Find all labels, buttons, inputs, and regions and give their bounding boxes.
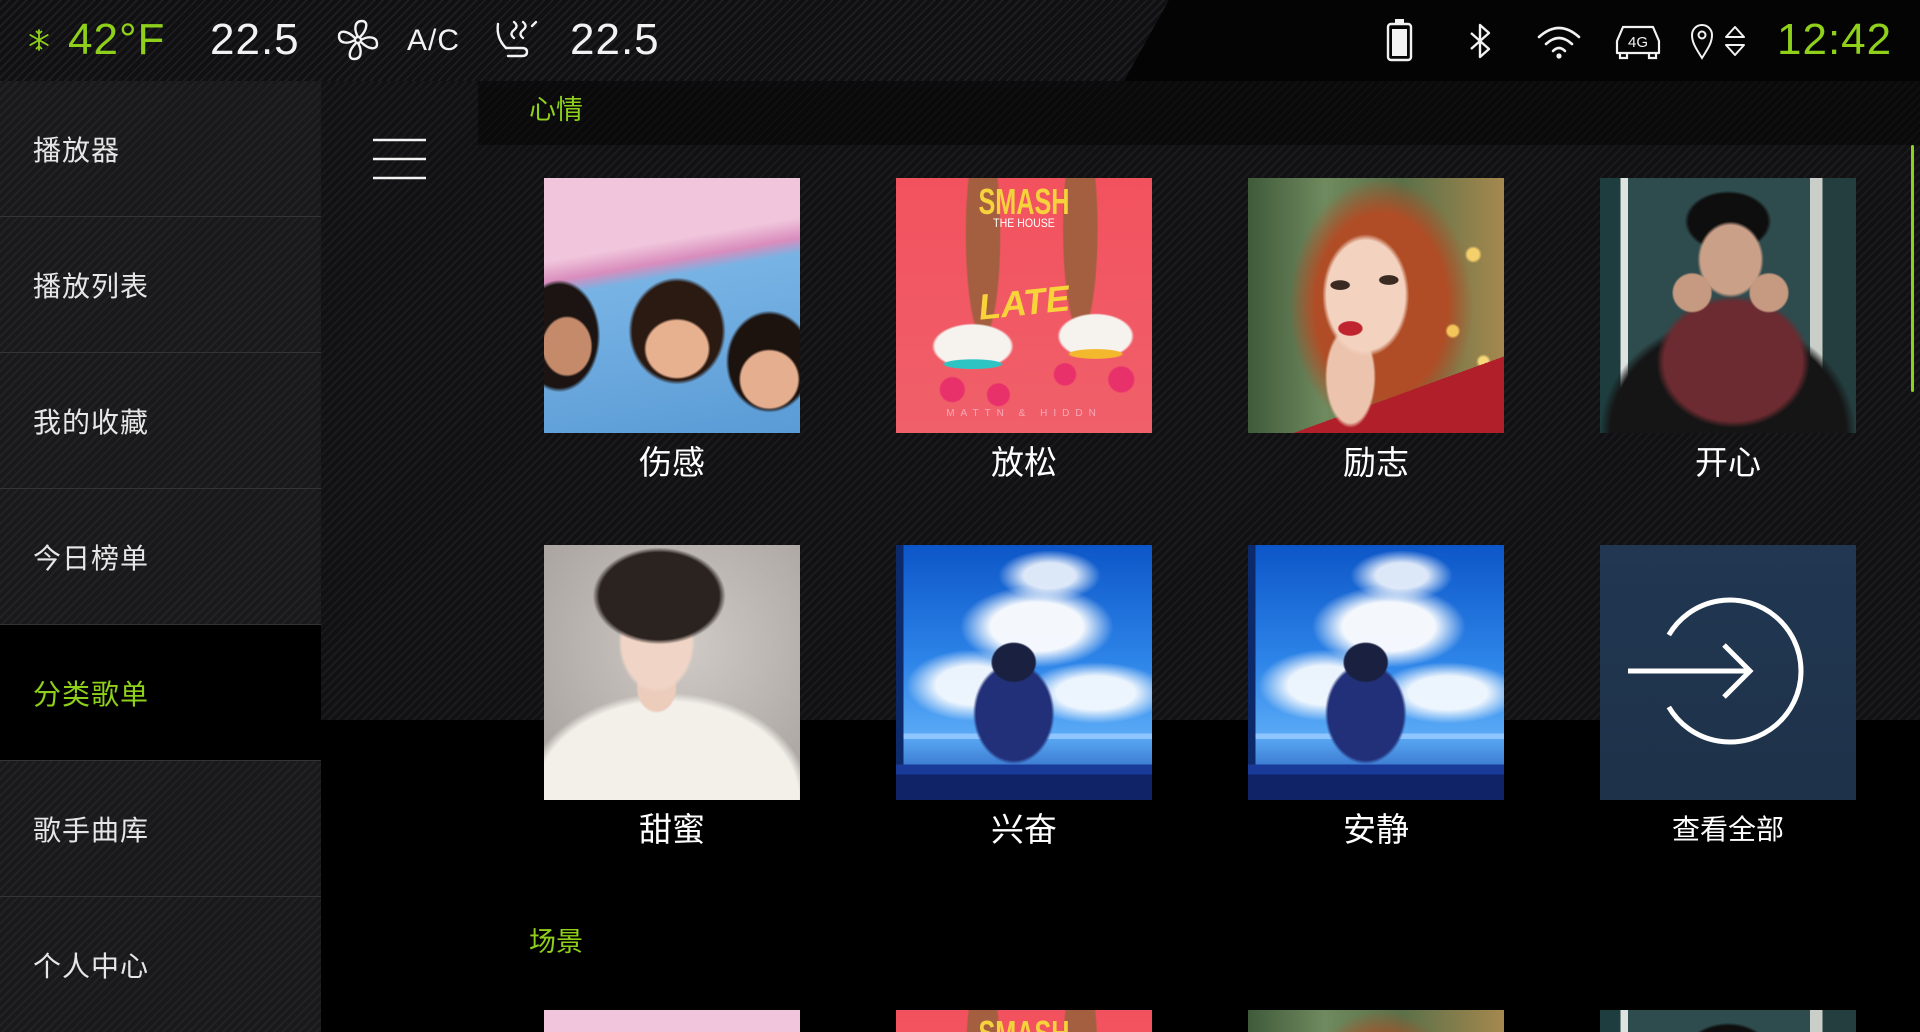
- playlist-card-happy[interactable]: 开心: [1600, 178, 1856, 483]
- cover-image: [1248, 545, 1504, 800]
- cover-image: SMASH: [896, 1010, 1152, 1032]
- playlist-card-quiet[interactable]: 安静: [1248, 545, 1504, 850]
- cover-art-title: SMASH: [978, 181, 1070, 222]
- cover-image: [544, 545, 800, 800]
- section-title-mood: 心情: [529, 95, 583, 126]
- cover-image: [1600, 1010, 1856, 1032]
- battery-icon: [1386, 19, 1413, 62]
- sidebar: 播放器 播放列表 我的收藏 今日榜单 分类歌单 歌手曲库 个人中心: [0, 81, 321, 1032]
- car-4g-icon: 4G: [1615, 25, 1661, 60]
- cover-art-artists: MATTN & HIDDN: [946, 408, 1102, 419]
- sidebar-item-profile[interactable]: 个人中心: [0, 897, 321, 1032]
- up-down-arrows-icon: [1725, 26, 1745, 56]
- card-label: 安静: [1343, 810, 1409, 849]
- playlist-card-excited[interactable]: 兴奋: [896, 545, 1152, 850]
- playlist-card-relax[interactable]: SMASH THE HOUSE LATE MATTN & HIDDN 放松: [896, 178, 1152, 483]
- sidebar-item-playlist[interactable]: 播放列表: [0, 217, 321, 353]
- scene-card[interactable]: [544, 1010, 800, 1032]
- cover-image: SMASH THE HOUSE LATE MATTN & HIDDN: [896, 178, 1152, 433]
- wifi-icon: [1537, 26, 1581, 59]
- section-header-band: [478, 81, 1920, 145]
- card-label: 放松: [991, 443, 1057, 482]
- view-all-tile: [1600, 545, 1856, 800]
- playlist-card-inspire[interactable]: 励志: [1248, 178, 1504, 483]
- arrow-into-circle-icon: [1628, 597, 1804, 745]
- location-icon: [1690, 24, 1714, 60]
- view-all-label: 查看全部: [1671, 813, 1784, 846]
- scrollbar-thumb[interactable]: [1911, 145, 1914, 392]
- sidebar-item-category-playlists[interactable]: 分类歌单: [0, 625, 321, 761]
- cover-image: [544, 1010, 800, 1032]
- cover-art-track: LATE: [976, 277, 1072, 328]
- sidebar-item-daily-charts[interactable]: 今日榜单: [0, 489, 321, 625]
- card-label: 兴奋: [991, 810, 1057, 849]
- sidebar-item-label: 我的收藏: [33, 405, 150, 439]
- view-all-card[interactable]: 查看全部: [1600, 545, 1856, 850]
- sidebar-item-label: 个人中心: [33, 949, 150, 983]
- ac-button[interactable]: A/C: [407, 15, 460, 67]
- sidebar-item-player[interactable]: 播放器: [0, 81, 321, 217]
- bluetooth-icon: [1470, 23, 1491, 59]
- playlist-card-sweet[interactable]: 甜蜜: [544, 545, 800, 850]
- seat-airflow-icon[interactable]: [490, 16, 540, 64]
- playlist-card-sad[interactable]: 伤感: [544, 178, 800, 483]
- passenger-temperature[interactable]: 22.5: [570, 14, 660, 66]
- cover-image: [544, 178, 800, 433]
- driver-temperature[interactable]: 22.5: [210, 14, 300, 66]
- outside-temperature: 42°F: [68, 15, 166, 64]
- sidebar-item-label: 今日榜单: [33, 541, 150, 575]
- hamburger-menu-icon[interactable]: [373, 138, 426, 180]
- card-label: 开心: [1695, 443, 1761, 482]
- scene-card[interactable]: [1600, 1010, 1856, 1032]
- cover-image: [1600, 178, 1856, 433]
- status-bar: 42°F 22.5 A/C 22.5 4G 12:42: [0, 0, 1920, 81]
- sidebar-item-artist-library[interactable]: 歌手曲库: [0, 761, 321, 897]
- card-label: 伤感: [639, 443, 705, 482]
- cover-image: [1248, 1010, 1504, 1032]
- sidebar-item-label: 播放器: [33, 133, 121, 167]
- scene-card[interactable]: [1248, 1010, 1504, 1032]
- card-label: 甜蜜: [639, 810, 705, 849]
- sidebar-item-label: 歌手曲库: [33, 813, 150, 847]
- sidebar-item-favorites[interactable]: 我的收藏: [0, 353, 321, 489]
- snowflake-icon: [29, 29, 49, 51]
- clock: 12:42: [1777, 15, 1893, 64]
- cover-art-title: SMASH: [934, 1019, 1113, 1032]
- cover-image: [896, 545, 1152, 800]
- cover-image: [1248, 178, 1504, 433]
- section-title-scene: 场景: [529, 927, 583, 958]
- sidebar-item-label: 播放列表: [33, 269, 150, 303]
- sidebar-item-label: 分类歌单: [33, 677, 150, 711]
- fan-icon[interactable]: [334, 17, 382, 63]
- card-label: 励志: [1343, 443, 1409, 482]
- scene-card[interactable]: SMASH: [896, 1010, 1152, 1032]
- cover-art-subtitle: THE HOUSE: [993, 216, 1055, 230]
- network-type-label: 4G: [1628, 34, 1648, 51]
